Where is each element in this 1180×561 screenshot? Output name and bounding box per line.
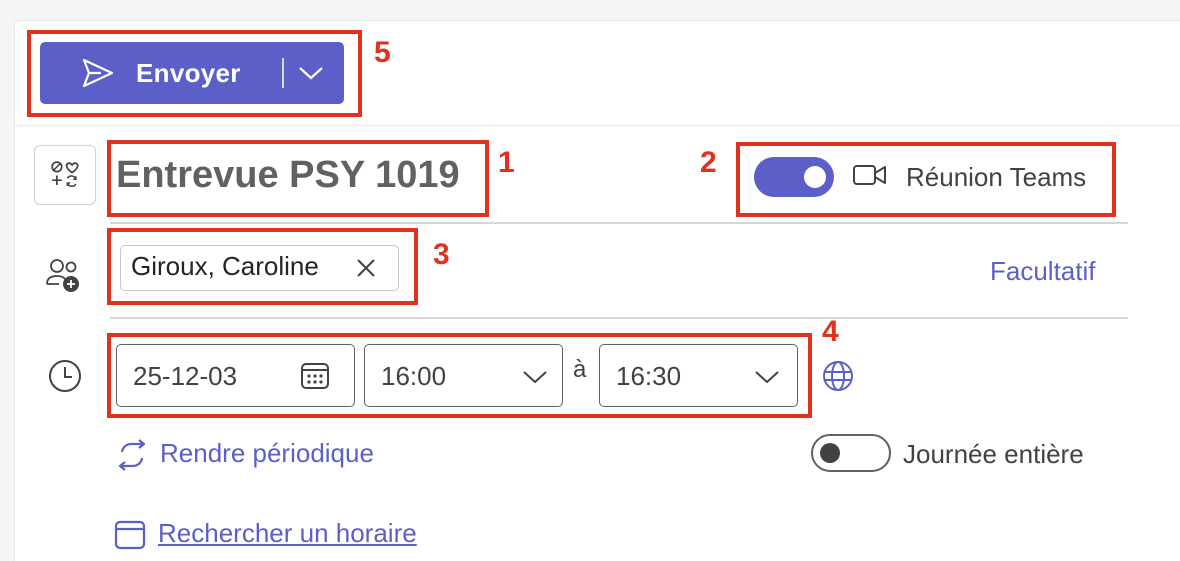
callout-box-5 <box>27 30 362 117</box>
all-day-label: Journée entière <box>903 439 1084 469</box>
callout-number-1: 1 <box>498 146 515 179</box>
callout-box-3 <box>107 228 418 305</box>
all-day-toggle[interactable] <box>811 434 891 472</box>
category-button[interactable] <box>34 145 96 205</box>
callout-number-4: 4 <box>822 315 839 348</box>
callout-number-5: 5 <box>374 36 391 69</box>
calendar-search-icon <box>114 520 146 550</box>
callout-box-1 <box>107 140 489 217</box>
toggle-knob <box>820 443 840 463</box>
people-add-icon <box>46 259 79 292</box>
attendee-divider <box>110 317 1128 319</box>
category-icon <box>51 161 79 188</box>
find-schedule-link[interactable]: Rechercher un horaire <box>158 518 417 549</box>
callout-number-3: 3 <box>433 238 450 271</box>
toolbar-divider <box>15 125 1180 126</box>
callout-number-2: 2 <box>700 146 717 179</box>
optional-attendees-link[interactable]: Facultatif <box>990 256 1096 287</box>
globe-icon[interactable] <box>821 359 855 393</box>
make-recurring-link[interactable]: Rendre périodique <box>160 438 374 469</box>
clock-icon <box>49 360 81 392</box>
title-divider <box>110 222 1128 224</box>
callout-box-4 <box>107 333 812 418</box>
repeat-icon[interactable] <box>114 438 150 472</box>
callout-box-2 <box>736 142 1116 217</box>
